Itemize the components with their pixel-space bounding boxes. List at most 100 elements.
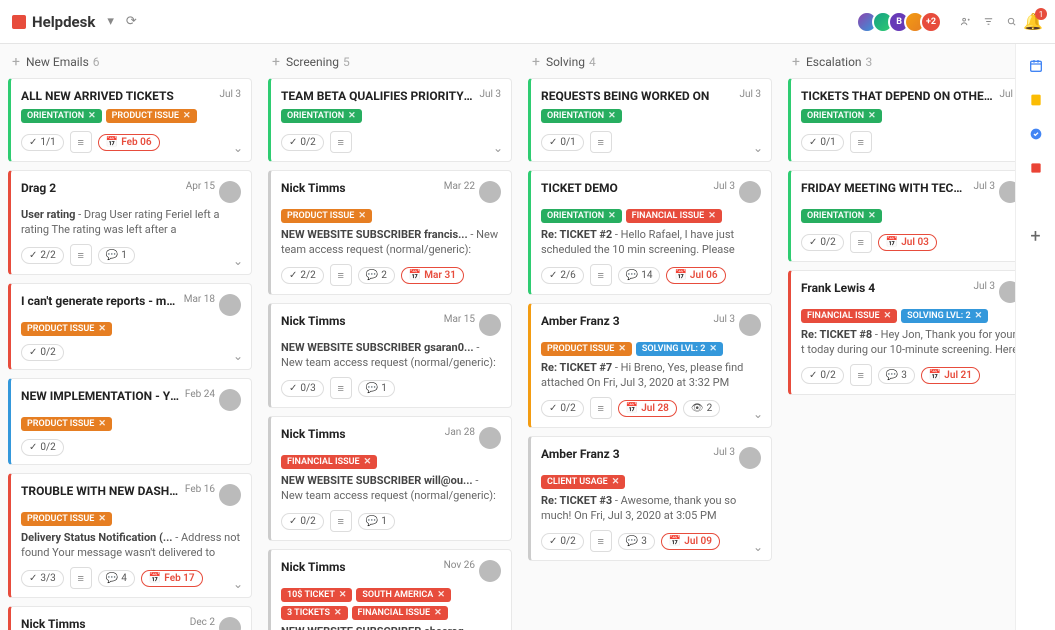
card[interactable]: ALL NEW ARRIVED TICKETSJul 3 ORIENTATION… <box>8 78 252 162</box>
tag[interactable]: PRODUCT ISSUE✕ <box>21 322 112 336</box>
comments-pill[interactable]: 💬 1 <box>98 247 135 264</box>
close-icon[interactable]: ✕ <box>98 324 106 334</box>
card[interactable]: Frank Lewis 4Jul 3 FINANCIAL ISSUE✕SOLVI… <box>788 270 1015 395</box>
tag[interactable]: ORIENTATION✕ <box>541 109 622 123</box>
card[interactable]: TICKET DEMOJul 3 ORIENTATION✕FINANCIAL I… <box>528 170 772 295</box>
comments-pill[interactable]: 💬 1 <box>358 380 395 397</box>
tag[interactable]: ORIENTATION✕ <box>281 109 362 123</box>
card[interactable]: Drag 2Apr 15 User rating - Drag User rat… <box>8 170 252 275</box>
description-icon[interactable]: ≡ <box>330 510 352 532</box>
tag[interactable]: ORIENTATION✕ <box>801 209 882 223</box>
close-icon[interactable]: ✕ <box>709 344 717 354</box>
tag[interactable]: FINANCIAL ISSUE✕ <box>801 309 897 323</box>
due-date-pill[interactable]: 📅 Jul 06 <box>666 267 725 284</box>
tag[interactable]: ORIENTATION✕ <box>801 109 882 123</box>
card[interactable]: TROUBLE WITH NEW DASHBOARDFeb 16 PRODUCT… <box>8 473 252 598</box>
description-icon[interactable]: ≡ <box>330 131 352 153</box>
comments-pill[interactable]: 💬 3 <box>878 367 915 384</box>
due-date-pill[interactable]: 📅 Jul 28 <box>618 400 677 417</box>
close-icon[interactable]: ✕ <box>348 111 356 121</box>
checklist-pill[interactable]: ✓ 0/2 <box>801 367 844 384</box>
card[interactable]: I can't generate reports - margot...Mar … <box>8 283 252 370</box>
due-date-pill[interactable]: 📅 Feb 06 <box>98 134 160 151</box>
comments-pill[interactable]: 💬 2 <box>358 267 395 284</box>
close-icon[interactable]: ✕ <box>98 419 106 429</box>
close-icon[interactable]: ✕ <box>975 311 983 321</box>
card[interactable]: NEW IMPLEMENTATION - Yves & ...Feb 24 PR… <box>8 378 252 465</box>
tag[interactable]: PRODUCT ISSUE✕ <box>281 209 372 223</box>
chevron-down-icon[interactable]: ⌄ <box>753 141 763 155</box>
description-icon[interactable]: ≡ <box>590 264 612 286</box>
comments-pill[interactable]: 💬 14 <box>618 267 661 284</box>
card[interactable]: Nick TimmsMar 15 NEW WEBSITE SUBSCRIBER … <box>268 303 512 408</box>
add-user-icon[interactable] <box>954 16 977 27</box>
checklist-pill[interactable]: ✓ 2/6 <box>541 267 584 284</box>
filter-icon[interactable] <box>977 16 1000 27</box>
checklist-pill[interactable]: ✓ 0/3 <box>281 380 324 397</box>
checklist-pill[interactable]: ✓ 1/1 <box>21 134 64 151</box>
tag[interactable]: 10$ TICKET✕ <box>281 588 352 602</box>
description-icon[interactable]: ≡ <box>850 231 872 253</box>
due-date-pill[interactable]: 📅 Jul 21 <box>921 367 980 384</box>
checklist-pill[interactable]: ✓ 0/2 <box>21 344 64 361</box>
chevron-down-icon[interactable]: ⌄ <box>493 141 503 155</box>
tag[interactable]: CLIENT USAGE✕ <box>541 475 625 489</box>
chevron-down-icon[interactable]: ⌄ <box>233 141 243 155</box>
close-icon[interactable]: ✕ <box>618 344 626 354</box>
due-date-pill[interactable]: 📅 Mar 31 <box>401 267 464 284</box>
checklist-pill[interactable]: ✓ 0/2 <box>541 533 584 550</box>
card[interactable]: Amber Franz 3Jul 3 CLIENT USAGE✕ Re: TIC… <box>528 436 772 561</box>
add-card-button[interactable]: + <box>792 54 800 70</box>
card[interactable]: TICKETS THAT DEPEND ON OTHER LEVELSJul 3… <box>788 78 1015 162</box>
tag[interactable]: ORIENTATION✕ <box>21 109 102 123</box>
add-addon-icon[interactable]: + <box>1028 228 1044 244</box>
presence-avatars[interactable]: B +2 <box>862 11 942 33</box>
checklist-pill[interactable]: ✓ 0/2 <box>801 234 844 251</box>
tag[interactable]: FINANCIAL ISSUE✕ <box>352 606 448 620</box>
close-icon[interactable]: ✕ <box>88 111 96 121</box>
checklist-pill[interactable]: ✓ 0/2 <box>281 134 324 151</box>
checklist-pill[interactable]: ✓ 0/1 <box>541 134 584 151</box>
chevron-down-icon[interactable]: ⌄ <box>233 254 243 268</box>
description-icon[interactable]: ≡ <box>590 530 612 552</box>
due-date-pill[interactable]: 📅 Feb 17 <box>141 570 203 587</box>
description-icon[interactable]: ≡ <box>850 364 872 386</box>
description-icon[interactable]: ≡ <box>590 131 612 153</box>
search-icon[interactable] <box>1000 16 1023 27</box>
tag[interactable]: FINANCIAL ISSUE✕ <box>281 455 377 469</box>
tag[interactable]: FINANCIAL ISSUE✕ <box>626 209 722 223</box>
chevron-down-icon[interactable]: ⌄ <box>233 577 243 591</box>
watchers-pill[interactable]: 👁 2 <box>683 400 720 417</box>
close-icon[interactable]: ✕ <box>98 514 106 524</box>
chevron-down-icon[interactable]: ⌄ <box>233 349 243 363</box>
close-icon[interactable]: ✕ <box>437 590 445 600</box>
close-icon[interactable]: ✕ <box>434 608 442 618</box>
close-icon[interactable]: ✕ <box>884 311 892 321</box>
card[interactable]: Nick TimmsMar 22 PRODUCT ISSUE✕ NEW WEBS… <box>268 170 512 295</box>
description-icon[interactable]: ≡ <box>70 131 92 153</box>
tag[interactable]: PRODUCT ISSUE✕ <box>106 109 197 123</box>
tag[interactable]: SOLVING LVL: 2✕ <box>901 309 988 323</box>
card[interactable]: TEAM BETA QUALIFIES PRIORITY AND ...Jul … <box>268 78 512 162</box>
add-card-button[interactable]: + <box>272 54 280 70</box>
keep-icon[interactable] <box>1028 92 1044 108</box>
tag[interactable]: 3 TICKETS✕ <box>281 606 348 620</box>
tag[interactable]: SOLVING LVL: 2✕ <box>636 342 723 356</box>
checklist-pill[interactable]: ✓ 2/2 <box>281 267 324 284</box>
card[interactable]: Nick TimmsNov 26 10$ TICKET✕ SOUTH AMERI… <box>268 549 512 630</box>
checklist-pill[interactable]: ✓ 3/3 <box>21 570 64 587</box>
close-icon[interactable]: ✕ <box>364 457 372 467</box>
chevron-down-icon[interactable]: ⌄ <box>753 540 763 554</box>
chevron-down-icon[interactable]: ⌄ <box>753 407 763 421</box>
due-date-pill[interactable]: 📅 Jul 09 <box>661 533 720 550</box>
chevron-down-icon[interactable]: ▾ <box>101 14 120 29</box>
close-icon[interactable]: ✕ <box>358 211 366 221</box>
description-icon[interactable]: ≡ <box>70 567 92 589</box>
tag[interactable]: PRODUCT ISSUE✕ <box>21 512 112 526</box>
card[interactable]: FRIDAY MEETING WITH TECH ...Jul 3 ORIENT… <box>788 170 1015 262</box>
checklist-pill[interactable]: ✓ 2/2 <box>21 247 64 264</box>
close-icon[interactable]: ✕ <box>608 211 616 221</box>
close-icon[interactable]: ✕ <box>183 111 191 121</box>
checklist-pill[interactable]: ✓ 0/2 <box>541 400 584 417</box>
close-icon[interactable]: ✕ <box>868 211 876 221</box>
